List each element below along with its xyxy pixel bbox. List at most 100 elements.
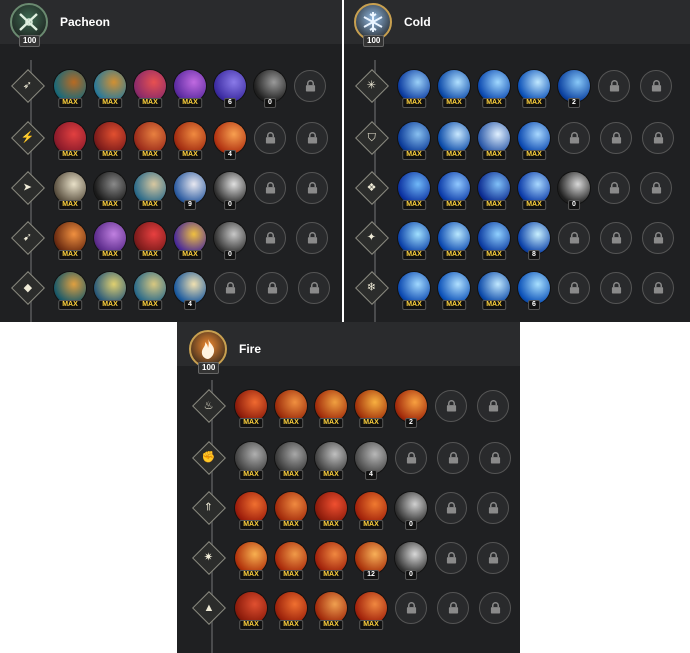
locked-skill-slot[interactable] (600, 122, 632, 154)
locked-skill-slot[interactable] (598, 172, 630, 204)
locked-skill-slot[interactable] (395, 442, 427, 474)
skill-node[interactable]: MAX (134, 172, 166, 210)
flame-icon[interactable]: ♨ (192, 389, 226, 423)
skill-node[interactable]: MAX (398, 272, 430, 310)
skill-node[interactable]: 0 (395, 492, 427, 530)
skill-node[interactable]: MAX (438, 70, 470, 108)
locked-skill-slot[interactable] (477, 542, 509, 574)
locked-skill-slot[interactable] (214, 272, 246, 304)
skill-node[interactable]: MAX (94, 122, 126, 160)
skill-node[interactable]: MAX (478, 222, 510, 260)
locked-skill-slot[interactable] (640, 70, 672, 102)
hawk-icon[interactable]: ➤ (11, 171, 45, 205)
skill-node[interactable]: MAX (355, 390, 387, 428)
skill-node[interactable]: MAX (54, 222, 86, 260)
locked-skill-slot[interactable] (642, 272, 674, 304)
locked-skill-slot[interactable] (296, 122, 328, 154)
skill-node[interactable]: MAX (275, 492, 307, 530)
skill-node[interactable]: MAX (174, 122, 206, 160)
skill-node[interactable]: 0 (214, 222, 246, 260)
skill-node[interactable]: MAX (315, 442, 347, 480)
locked-skill-slot[interactable] (296, 222, 328, 254)
skill-node[interactable]: MAX (355, 592, 387, 630)
locked-skill-slot[interactable] (435, 542, 467, 574)
locked-skill-slot[interactable] (395, 592, 427, 624)
skill-node[interactable]: 4 (214, 122, 246, 160)
locked-skill-slot[interactable] (479, 442, 511, 474)
skill-node[interactable]: MAX (94, 70, 126, 108)
skill-node[interactable]: MAX (134, 272, 166, 310)
skill-node[interactable]: MAX (275, 592, 307, 630)
skill-node[interactable]: MAX (174, 222, 206, 260)
skill-node[interactable]: MAX (398, 222, 430, 260)
locked-skill-slot[interactable] (600, 272, 632, 304)
skill-node[interactable]: MAX (478, 70, 510, 108)
fire-wall-icon[interactable]: ▲ (192, 591, 226, 625)
skill-node[interactable]: MAX (134, 122, 166, 160)
skill-node[interactable]: 0 (558, 172, 590, 210)
skill-node[interactable]: 0 (214, 172, 246, 210)
skill-node[interactable]: MAX (94, 272, 126, 310)
locked-skill-slot[interactable] (254, 172, 286, 204)
locked-skill-slot[interactable] (642, 222, 674, 254)
skill-node[interactable]: 12 (355, 542, 387, 580)
skill-node[interactable]: MAX (275, 442, 307, 480)
feathers-icon[interactable]: ➹ (11, 221, 45, 255)
skill-node[interactable]: MAX (315, 592, 347, 630)
skill-node[interactable]: MAX (235, 492, 267, 530)
locked-skill-slot[interactable] (477, 492, 509, 524)
totem-icon[interactable]: ◆ (11, 271, 45, 305)
claws-icon[interactable]: ⚡ (11, 121, 45, 155)
skill-node[interactable]: MAX (438, 222, 470, 260)
locked-skill-slot[interactable] (479, 592, 511, 624)
skill-node[interactable]: 0 (254, 70, 286, 108)
skill-node[interactable]: MAX (478, 172, 510, 210)
skill-node[interactable]: 6 (518, 272, 550, 310)
skill-node[interactable]: MAX (94, 222, 126, 260)
locked-skill-slot[interactable] (298, 272, 330, 304)
locked-skill-slot[interactable] (558, 122, 590, 154)
skill-node[interactable]: MAX (438, 172, 470, 210)
skill-node[interactable]: MAX (275, 542, 307, 580)
skill-node[interactable]: 0 (395, 542, 427, 580)
skill-node[interactable]: 6 (214, 70, 246, 108)
skill-node[interactable]: 4 (355, 442, 387, 480)
flame-fist-icon[interactable]: ✊ (192, 441, 226, 475)
skill-node[interactable]: MAX (134, 222, 166, 260)
shard-icon[interactable]: ❖ (355, 171, 389, 205)
skill-node[interactable]: MAX (235, 390, 267, 428)
skill-node[interactable]: MAX (174, 70, 206, 108)
locked-skill-slot[interactable] (558, 222, 590, 254)
locked-skill-slot[interactable] (435, 390, 467, 422)
skill-node[interactable]: MAX (518, 70, 550, 108)
locked-skill-slot[interactable] (437, 442, 469, 474)
skill-node[interactable]: MAX (315, 390, 347, 428)
skill-node[interactable]: 2 (558, 70, 590, 108)
locked-skill-slot[interactable] (558, 272, 590, 304)
skill-node[interactable]: MAX (235, 442, 267, 480)
snowflake-icon[interactable]: ✳ (355, 69, 389, 103)
locked-skill-slot[interactable] (254, 222, 286, 254)
skill-node[interactable]: 4 (174, 272, 206, 310)
crystal-icon[interactable]: ✦ (355, 221, 389, 255)
skill-node[interactable]: MAX (134, 70, 166, 108)
arrows-icon[interactable]: ➶ (11, 69, 45, 103)
locked-skill-slot[interactable] (254, 122, 286, 154)
skill-node[interactable]: MAX (438, 122, 470, 160)
skill-node[interactable]: MAX (315, 542, 347, 580)
skill-node[interactable]: 8 (518, 222, 550, 260)
skill-node[interactable]: MAX (275, 390, 307, 428)
locked-skill-slot[interactable] (296, 172, 328, 204)
locked-skill-slot[interactable] (256, 272, 288, 304)
skill-node[interactable]: 9 (174, 172, 206, 210)
locked-skill-slot[interactable] (477, 390, 509, 422)
skill-node[interactable]: MAX (54, 272, 86, 310)
fire-burst-icon[interactable]: ✷ (192, 541, 226, 575)
skill-node[interactable]: MAX (54, 70, 86, 108)
locked-skill-slot[interactable] (435, 492, 467, 524)
shield-icon[interactable]: ⛉ (355, 121, 389, 155)
locked-skill-slot[interactable] (600, 222, 632, 254)
locked-skill-slot[interactable] (437, 592, 469, 624)
skill-node[interactable]: MAX (398, 122, 430, 160)
skill-node[interactable]: MAX (235, 542, 267, 580)
